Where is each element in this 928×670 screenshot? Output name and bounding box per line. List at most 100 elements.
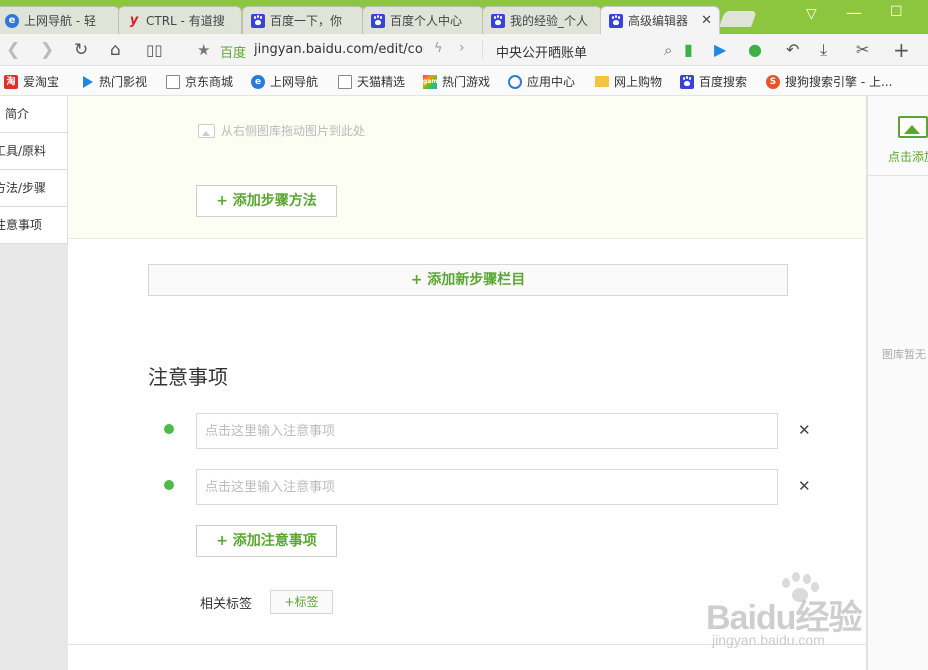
add-new-section-button[interactable]: + 添加新步骤栏目 [148,264,788,296]
folder-icon [595,76,609,87]
step-block: 从右侧图库拖动图片到此处 + 添加步骤方法 [68,96,866,239]
tab-advanced-editor[interactable]: 高级编辑器 ✕ [600,6,720,34]
tab-my-experience[interactable]: 我的经验_个人 [482,6,602,34]
bookmark-label: 上网导航 [270,75,319,89]
address-bar: ❮ ❯ ↻ ⌂ ▯▯ ★ 百度 jingyan.baidu.com/edit/c… [0,34,928,66]
add-icon[interactable]: + [893,40,910,60]
bookmark-label: 热门游戏 [442,75,491,89]
tab-title: 高级编辑器 [628,14,689,28]
drop-hint-text: 从右侧图库拖动图片到此处 [221,124,366,138]
bookmark-label: 搜狗搜索引擎 - 上... [785,75,893,89]
bookmark-label: 百度搜索 [699,75,748,89]
play-icon [80,74,94,89]
image-drop-zone[interactable]: 从右侧图库拖动图片到此处 [198,122,365,139]
baidu-paw-icon [491,13,505,28]
game-icon: game [423,74,442,89]
tab-title: 百度个人中心 [390,14,463,28]
note-input[interactable] [196,469,778,505]
tags-label: 相关标签 [200,597,253,612]
editor-main: 从右侧图库拖动图片到此处 + 添加步骤方法 + 添加新步骤栏目 注意事项 ✕ ✕… [68,96,866,670]
shirt-skin-icon[interactable]: ▽ [806,6,817,22]
note-input[interactable] [196,413,778,449]
bookmark-sogou[interactable]: S 搜狗搜索引擎 - 上... [766,73,892,90]
page-icon [166,74,180,89]
reading-book-icon[interactable]: ▯▯ [146,40,163,60]
tab-title: 百度一下，你 [270,14,343,28]
add-step-method-button[interactable]: + 添加步骤方法 [196,185,337,217]
bookmark-label: 热门影视 [99,75,148,89]
bookmark-app-center[interactable]: 应用中心 [508,73,575,90]
bookmark-shopping[interactable]: 网上购物 [595,73,662,90]
home-icon[interactable]: ⌂ [110,40,121,60]
tab-shangwang-daohang[interactable]: e 上网导航 - 轻 [0,6,120,34]
forward-icon[interactable]: ❯ [40,40,54,60]
nav-item-tools[interactable]: 工具/原料 [0,133,68,170]
image-icon [198,123,215,138]
add-note-button[interactable]: + 添加注意事项 [196,525,337,557]
url-site-name: 百度 [220,46,247,61]
browser-tab-strip: e 上网导航 - 轻 y CTRL - 有道搜 百度一下，你 百度个人中心 我的… [0,0,928,34]
ie-icon: e [5,13,19,28]
baidu-paw-icon [609,13,623,28]
undo-icon[interactable]: ↶ [786,40,799,60]
youdao-icon: y [129,12,139,28]
wechat-icon[interactable]: ● [748,40,762,60]
tab-title: 我的经验_个人 [510,14,589,28]
download-icon[interactable]: ⤓ [820,40,827,60]
scissors-icon[interactable]: ✂ [856,40,869,60]
delete-note-icon[interactable]: ✕ [798,477,811,495]
bookmark-tmall[interactable]: 天猫精选 [338,73,405,90]
bookmarks-bar: 淘 爱淘宝 热门影视 京东商城 e 上网导航 天猫精选 game 热门游戏 应用… [0,67,928,96]
bookmark-label: 爱淘宝 [23,75,60,89]
search-icon[interactable]: ⌕ [664,40,672,60]
gallery-add-area[interactable]: 点击添加 [868,96,928,176]
chevron-right-icon[interactable]: › [459,40,465,56]
add-image-icon [898,116,928,138]
url-input[interactable]: jingyan.baidu.com/edit/cor [254,42,424,57]
divider [68,644,866,645]
note-row: ✕ [162,413,811,449]
new-tab-button[interactable] [719,11,757,27]
tab-youdao-ctrl[interactable]: y CTRL - 有道搜 [118,6,242,34]
bullet-dot [164,480,174,490]
minimize-icon[interactable]: — [846,3,862,22]
nav-item-notes[interactable]: 注意事项 [0,207,68,244]
sogou-icon: S [766,74,780,89]
bookmark-label: 应用中心 [527,75,576,89]
bookmark-label: 网上购物 [614,75,663,89]
nav-item-steps[interactable]: 方法/步骤 [0,170,68,207]
maximize-icon[interactable]: ☐ [890,4,903,20]
bookmark-jd[interactable]: 京东商城 [166,73,233,90]
close-tab-icon[interactable]: ✕ [701,13,712,28]
notes-section-title: 注意事项 [148,365,228,389]
refresh-icon[interactable]: ↻ [74,40,88,60]
bookmark-hot-games[interactable]: game 热门游戏 [423,73,490,90]
nav-item-intro[interactable]: 简介 [0,96,68,133]
gallery-empty-text: 图库暂无 [882,348,926,361]
page-icon [338,74,352,89]
baidu-paw-icon [680,74,694,89]
lightning-icon[interactable]: ϟ [434,41,443,56]
bookmark-nav[interactable]: e 上网导航 [251,73,318,90]
tab-baidu-personal[interactable]: 百度个人中心 [362,6,484,34]
section-nav: 简介 工具/原料 方法/步骤 注意事项 [0,96,68,670]
phone-icon[interactable]: ▮ [684,40,693,60]
video-play-icon[interactable]: ▶ [714,40,726,60]
bookmark-baidu-search[interactable]: 百度搜索 [680,73,747,90]
back-icon[interactable]: ❮ [6,40,20,60]
gallery-add-label: 点击添加 [888,150,928,164]
divider [482,41,483,59]
bullet-dot [164,424,174,434]
taobao-icon: 淘 [4,74,18,89]
add-tag-button[interactable]: +标签 [270,590,333,614]
bookmark-hot-video[interactable]: 热门影视 [80,73,147,90]
delete-note-icon[interactable]: ✕ [798,421,811,439]
tab-baidu-search[interactable]: 百度一下，你 [242,6,364,34]
baidu-paw-icon [371,13,385,28]
tab-title: 上网导航 - 轻 [24,14,96,28]
star-bookmark-icon[interactable]: ★ [197,41,210,59]
search-input[interactable]: 中央公开晒账单 [496,42,587,61]
image-gallery-panel: 点击添加 图库暂无 [866,96,928,670]
bookmark-aitaobao[interactable]: 淘 爱淘宝 [4,73,59,90]
note-row: ✕ [162,469,811,505]
